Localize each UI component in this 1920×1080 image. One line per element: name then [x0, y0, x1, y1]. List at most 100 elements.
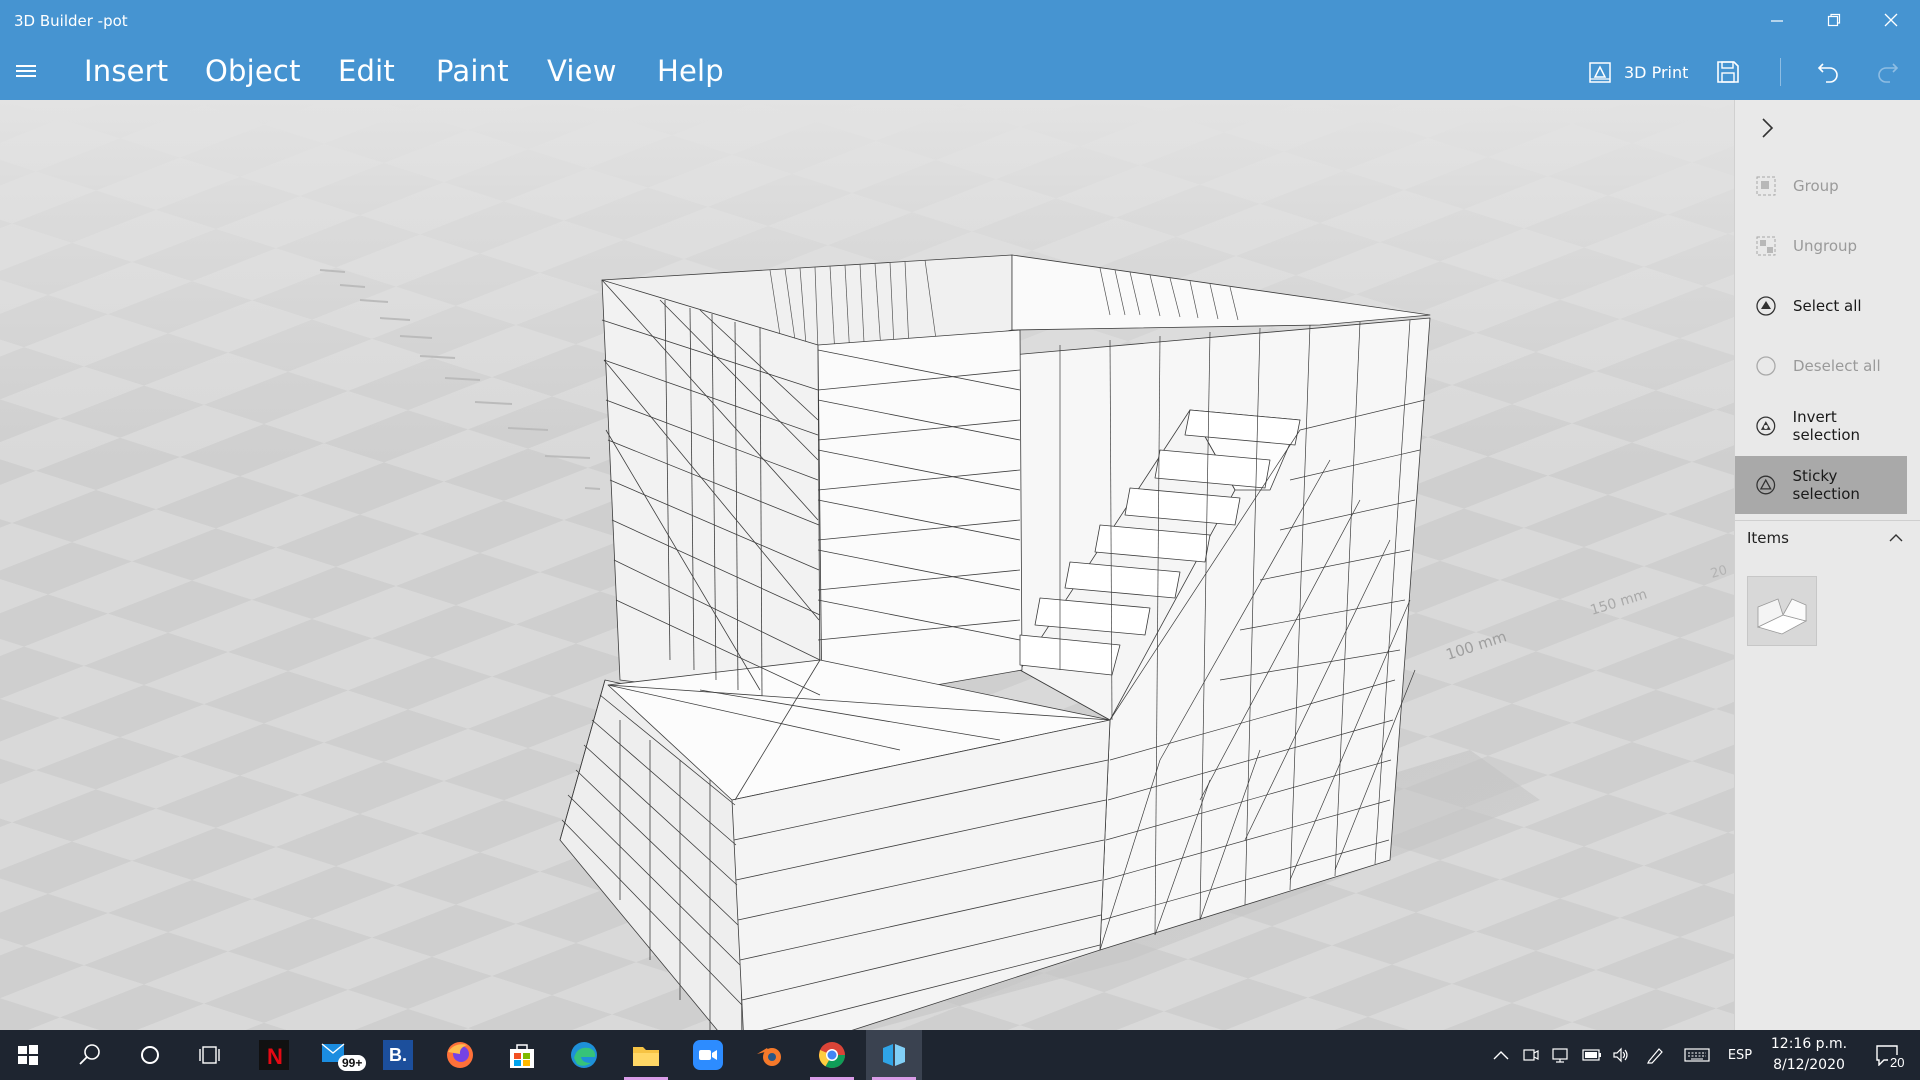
undo-icon — [1817, 63, 1838, 83]
sticky-selection-button[interactable]: Sticky selection — [1735, 456, 1907, 514]
invert-selection-label: Invert selection — [1792, 408, 1861, 444]
panel-collapse-button[interactable] — [1753, 114, 1781, 142]
menu-object[interactable]: Object — [205, 54, 301, 88]
pen-icon — [1647, 1048, 1663, 1064]
tray-pen-workspace[interactable] — [1640, 1030, 1670, 1080]
chevron-up-icon — [1889, 534, 1903, 542]
close-icon — [1884, 13, 1898, 27]
chevron-up-icon — [1493, 1051, 1509, 1060]
save-icon — [1717, 61, 1739, 83]
show-hidden-icons-button[interactable] — [1488, 1030, 1514, 1080]
cortana-icon — [141, 1046, 159, 1064]
restore-button[interactable] — [1814, 6, 1854, 34]
group-button[interactable]: Group — [1735, 157, 1907, 215]
deselect-all-button[interactable]: Deselect all — [1735, 337, 1907, 395]
3d-viewport[interactable]: 100 mm 150 mm 20 — [0, 100, 1734, 1030]
taskbar-zoom[interactable] — [680, 1030, 736, 1080]
invert-selection-button[interactable]: Invert selection — [1735, 397, 1907, 455]
select-all-icon — [1756, 296, 1776, 316]
chrome-icon — [818, 1042, 846, 1069]
tray-volume[interactable] — [1608, 1030, 1634, 1080]
task-view-button[interactable] — [182, 1030, 238, 1080]
taskbar-booking[interactable]: B. — [370, 1030, 426, 1080]
3d-print-label: 3D Print — [1624, 62, 1689, 82]
select-all-label: Select all — [1793, 297, 1862, 315]
save-button[interactable] — [1716, 54, 1746, 90]
menu-edit[interactable]: Edit — [338, 54, 395, 88]
taskbar-mail[interactable]: 99+ — [310, 1030, 367, 1080]
camera-icon — [1523, 1049, 1539, 1061]
sticky-selection-icon — [1756, 475, 1776, 495]
menu-bar: Insert Object Edit Paint View Help — [0, 50, 1300, 94]
menu-insert[interactable]: Insert — [84, 54, 168, 88]
taskbar-edge[interactable] — [556, 1030, 612, 1080]
battery-icon — [1582, 1049, 1601, 1061]
object-thumbnail-icon — [1756, 598, 1808, 635]
taskbar-chrome[interactable] — [804, 1030, 860, 1080]
taskbar-file-explorer[interactable] — [618, 1030, 674, 1080]
close-button[interactable] — [1871, 6, 1911, 34]
taskbar-store[interactable] — [494, 1030, 550, 1080]
group-label: Group — [1793, 177, 1839, 195]
scene: 100 mm 150 mm 20 — [0, 100, 1734, 1030]
keyboard-icon — [1684, 1048, 1710, 1062]
selection-panel: Group Ungroup Select all Deselect all In… — [1734, 100, 1920, 1030]
chevron-right-icon — [1762, 118, 1774, 138]
sticky-selection-label: Sticky selection — [1792, 467, 1860, 503]
firefox-icon — [447, 1042, 473, 1068]
deselect-all-label: Deselect all — [1793, 357, 1881, 375]
minimize-button[interactable] — [1757, 6, 1797, 34]
ungroup-button[interactable]: Ungroup — [1735, 217, 1907, 275]
taskbar-firefox[interactable] — [432, 1030, 488, 1080]
input-language-indicator[interactable]: ESP — [1720, 1030, 1760, 1080]
taskbar-netflix[interactable]: N — [246, 1030, 302, 1080]
start-button[interactable] — [0, 1030, 56, 1080]
window-title: 3D Builder -pot — [14, 12, 128, 30]
netflix-icon: N — [259, 1040, 289, 1070]
minimize-icon — [1771, 20, 1783, 22]
tray-touch-keyboard[interactable] — [1680, 1030, 1714, 1080]
item-thumbnail[interactable] — [1747, 576, 1817, 646]
items-section-header[interactable]: Items — [1735, 520, 1920, 556]
clock[interactable]: 12:16 p.m. 8/12/2020 — [1766, 1034, 1852, 1076]
taskbar-blender[interactable] — [742, 1030, 798, 1080]
redo-button[interactable] — [1876, 54, 1906, 90]
tray-meet-now[interactable] — [1518, 1030, 1544, 1080]
network-icon — [1552, 1048, 1568, 1063]
clock-time: 12:16 p.m. — [1770, 1036, 1848, 1052]
action-center-button[interactable]: 20 — [1862, 1030, 1912, 1080]
menu-paint[interactable]: Paint — [436, 54, 509, 88]
folder-icon — [633, 1047, 659, 1066]
menu-help[interactable]: Help — [657, 54, 724, 88]
clock-date: 8/12/2020 — [1773, 1057, 1845, 1073]
taskbar-3d-builder[interactable] — [866, 1030, 922, 1080]
ungroup-label: Ungroup — [1793, 237, 1858, 255]
search-button[interactable] — [62, 1030, 118, 1080]
tray-network[interactable] — [1548, 1030, 1574, 1080]
svg-text:N: N — [267, 1044, 283, 1069]
speaker-icon — [1613, 1047, 1628, 1063]
select-all-button[interactable]: Select all — [1735, 277, 1907, 335]
taskbar: N 99+ B. ESP 12:16 p.m. 8/12/2020 20 — [0, 1030, 1920, 1080]
task-view-icon — [199, 1046, 220, 1064]
3d-print-button[interactable]: 3D Print — [1588, 54, 1698, 90]
booking-icon: B. — [383, 1040, 413, 1070]
undo-button[interactable] — [1816, 54, 1846, 90]
3d-builder-icon — [883, 1044, 905, 1066]
3d-print-icon — [1589, 62, 1611, 83]
menu-view[interactable]: View — [547, 54, 617, 88]
tray-battery[interactable] — [1578, 1030, 1606, 1080]
zoom-icon — [693, 1040, 723, 1070]
title-bar: 3D Builder -pot Insert Object Edit Paint… — [0, 0, 1920, 100]
redo-icon — [1878, 63, 1899, 83]
hamburger-menu-button[interactable] — [16, 62, 40, 82]
items-label: Items — [1747, 529, 1789, 547]
invert-selection-icon — [1756, 416, 1776, 436]
deselect-all-icon — [1756, 356, 1776, 376]
mail-badge: 99+ — [338, 1055, 367, 1071]
edge-icon — [571, 1042, 597, 1068]
windows-logo-icon — [18, 1045, 38, 1065]
store-icon — [510, 1044, 534, 1068]
cortana-button[interactable] — [122, 1030, 178, 1080]
restore-icon — [1827, 13, 1841, 27]
